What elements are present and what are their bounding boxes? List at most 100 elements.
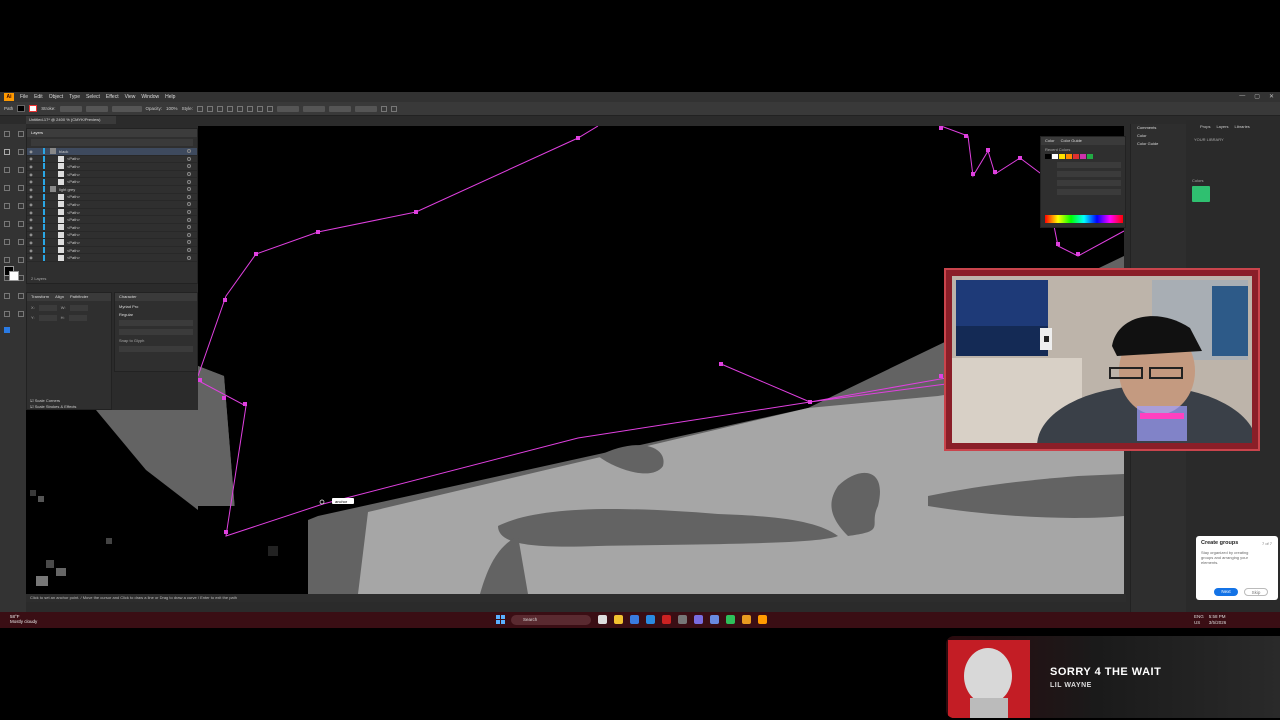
h-input[interactable] <box>68 315 87 321</box>
draw-mode-icon[interactable] <box>4 327 10 333</box>
clock[interactable]: 5:58 PM 3/5/2026 <box>1209 614 1227 626</box>
kerning-field[interactable] <box>119 329 193 335</box>
layer-item-row[interactable]: ◉ <Path> <box>27 209 197 217</box>
curvature-tool-icon[interactable] <box>18 149 25 155</box>
artboard-tool-icon[interactable] <box>4 293 10 299</box>
recent-color-swatch[interactable] <box>1066 154 1072 159</box>
target-circle-icon[interactable] <box>187 149 191 154</box>
tab-align[interactable]: Align <box>55 293 64 301</box>
target-circle-icon[interactable] <box>187 156 191 161</box>
y-slider[interactable] <box>1057 180 1121 186</box>
c-slider[interactable] <box>1057 162 1121 168</box>
language-indicator[interactable]: ENG US <box>1194 614 1204 626</box>
menu-select[interactable]: Select <box>86 94 100 100</box>
illustrator-icon[interactable] <box>758 615 767 624</box>
layer-item-row[interactable]: ◉ <Path> <box>27 231 197 240</box>
arrange-icon[interactable] <box>390 105 397 112</box>
discord-icon[interactable] <box>694 615 703 624</box>
opacity-value[interactable]: 100% <box>166 106 178 111</box>
brush-tool-icon[interactable] <box>18 185 25 191</box>
library-color-swatch[interactable] <box>1192 186 1210 202</box>
layers-search-input[interactable] <box>31 139 193 146</box>
target-circle-icon[interactable] <box>187 217 191 222</box>
library-name[interactable]: YOUR LIBRARY <box>1186 133 1280 146</box>
rotate-tool-icon[interactable] <box>4 221 10 227</box>
align-center-icon[interactable] <box>226 105 233 112</box>
tab-layers[interactable]: Layers <box>1216 124 1228 129</box>
line-tool-icon[interactable] <box>18 167 25 173</box>
pen-tool-icon[interactable] <box>4 149 10 155</box>
visibility-eye-icon[interactable]: ◉ <box>27 172 35 177</box>
weather-widget[interactable]: 58°F Mostly cloudy <box>10 614 37 624</box>
layer-item-row[interactable]: ◉ <Path> <box>27 216 197 224</box>
layer-row[interactable]: ◉ light grey <box>27 186 197 194</box>
tab-libraries[interactable]: Libraries <box>1234 124 1249 129</box>
layer-item-row[interactable]: ◉ <Path> <box>27 239 197 247</box>
brush-field[interactable] <box>111 105 142 112</box>
type-tool-icon[interactable] <box>4 167 10 173</box>
h-field[interactable] <box>354 105 377 112</box>
x-input[interactable] <box>38 305 57 311</box>
hand-tool-icon[interactable] <box>18 293 25 299</box>
scale-corners-checkbox[interactable]: ☑ Scale Corners <box>26 398 60 403</box>
selection-tool-icon[interactable] <box>4 131 10 137</box>
app-icon[interactable] <box>742 615 751 624</box>
target-circle-icon[interactable] <box>187 232 191 237</box>
target-circle-icon[interactable] <box>187 172 191 177</box>
layer-row[interactable]: ◉ black <box>27 148 197 156</box>
k-slider[interactable] <box>1057 189 1121 195</box>
x-field[interactable] <box>276 105 299 112</box>
opera-icon[interactable] <box>662 615 671 624</box>
scale-tool-icon[interactable] <box>18 221 25 227</box>
close-button[interactable]: ✕ <box>1269 93 1274 100</box>
visibility-eye-icon[interactable]: ◉ <box>27 187 35 192</box>
menu-help[interactable]: Help <box>165 94 175 100</box>
recent-color-swatch[interactable] <box>1073 154 1079 159</box>
menu-edit[interactable]: Edit <box>34 94 43 100</box>
target-circle-icon[interactable] <box>187 164 191 169</box>
minimize-button[interactable]: — <box>1239 93 1245 100</box>
font-size-field[interactable] <box>119 320 193 326</box>
align-bottom-icon[interactable] <box>266 105 273 112</box>
direct-selection-tool-icon[interactable] <box>18 131 25 137</box>
layer-item-row[interactable]: ◉ <Path> <box>27 178 197 186</box>
edge-icon[interactable] <box>646 615 655 624</box>
scale-strokes-checkbox[interactable]: ☑ Scale Strokes & Effects <box>26 404 76 409</box>
visibility-eye-icon[interactable]: ◉ <box>27 149 35 154</box>
layer-item-row[interactable]: ◉ <Path> <box>27 171 197 179</box>
menu-file[interactable]: File <box>20 94 28 100</box>
visibility-eye-icon[interactable]: ◉ <box>27 248 35 253</box>
menu-type[interactable]: Type <box>69 94 80 100</box>
visibility-eye-icon[interactable]: ◉ <box>27 164 35 169</box>
visibility-eye-icon[interactable]: ◉ <box>27 232 35 237</box>
align-right-icon[interactable] <box>236 105 243 112</box>
menu-object[interactable]: Object <box>49 94 63 100</box>
recent-color-swatch[interactable] <box>1080 154 1086 159</box>
m-slider[interactable] <box>1057 171 1121 177</box>
dock-comments[interactable]: Comments <box>1131 124 1186 132</box>
target-circle-icon[interactable] <box>187 202 191 207</box>
tab-color[interactable]: Color <box>1045 137 1055 145</box>
recent-color-swatch[interactable] <box>1059 154 1065 159</box>
tab-color-guide[interactable]: Color Guide <box>1061 137 1082 145</box>
stroke-color-swatch[interactable] <box>9 271 19 281</box>
font-family-select[interactable]: Myriad Pro <box>115 301 197 312</box>
layer-item-row[interactable]: ◉ <Path> <box>27 155 197 164</box>
target-circle-icon[interactable] <box>187 225 191 230</box>
menu-view[interactable]: View <box>125 94 136 100</box>
visibility-eye-icon[interactable]: ◉ <box>27 179 35 184</box>
recent-color-swatch[interactable] <box>1087 154 1093 159</box>
layer-item-row[interactable]: ◉ <Path> <box>27 201 197 209</box>
stroke-swatch[interactable] <box>29 105 38 112</box>
dock-color[interactable]: Color <box>1131 132 1186 140</box>
tab-pathfinder[interactable]: Pathfinder <box>70 293 88 301</box>
windows-start-icon[interactable] <box>496 615 505 624</box>
recent-color-swatch[interactable] <box>1045 154 1051 159</box>
target-circle-icon[interactable] <box>187 210 191 215</box>
target-circle-icon[interactable] <box>187 187 191 192</box>
recent-color-swatch[interactable] <box>1052 154 1058 159</box>
taskbar-search[interactable]: Search <box>511 615 591 625</box>
canvas-left-region[interactable] <box>26 410 198 594</box>
fill-swatch[interactable] <box>17 105 26 112</box>
rectangle-tool-icon[interactable] <box>4 185 10 191</box>
